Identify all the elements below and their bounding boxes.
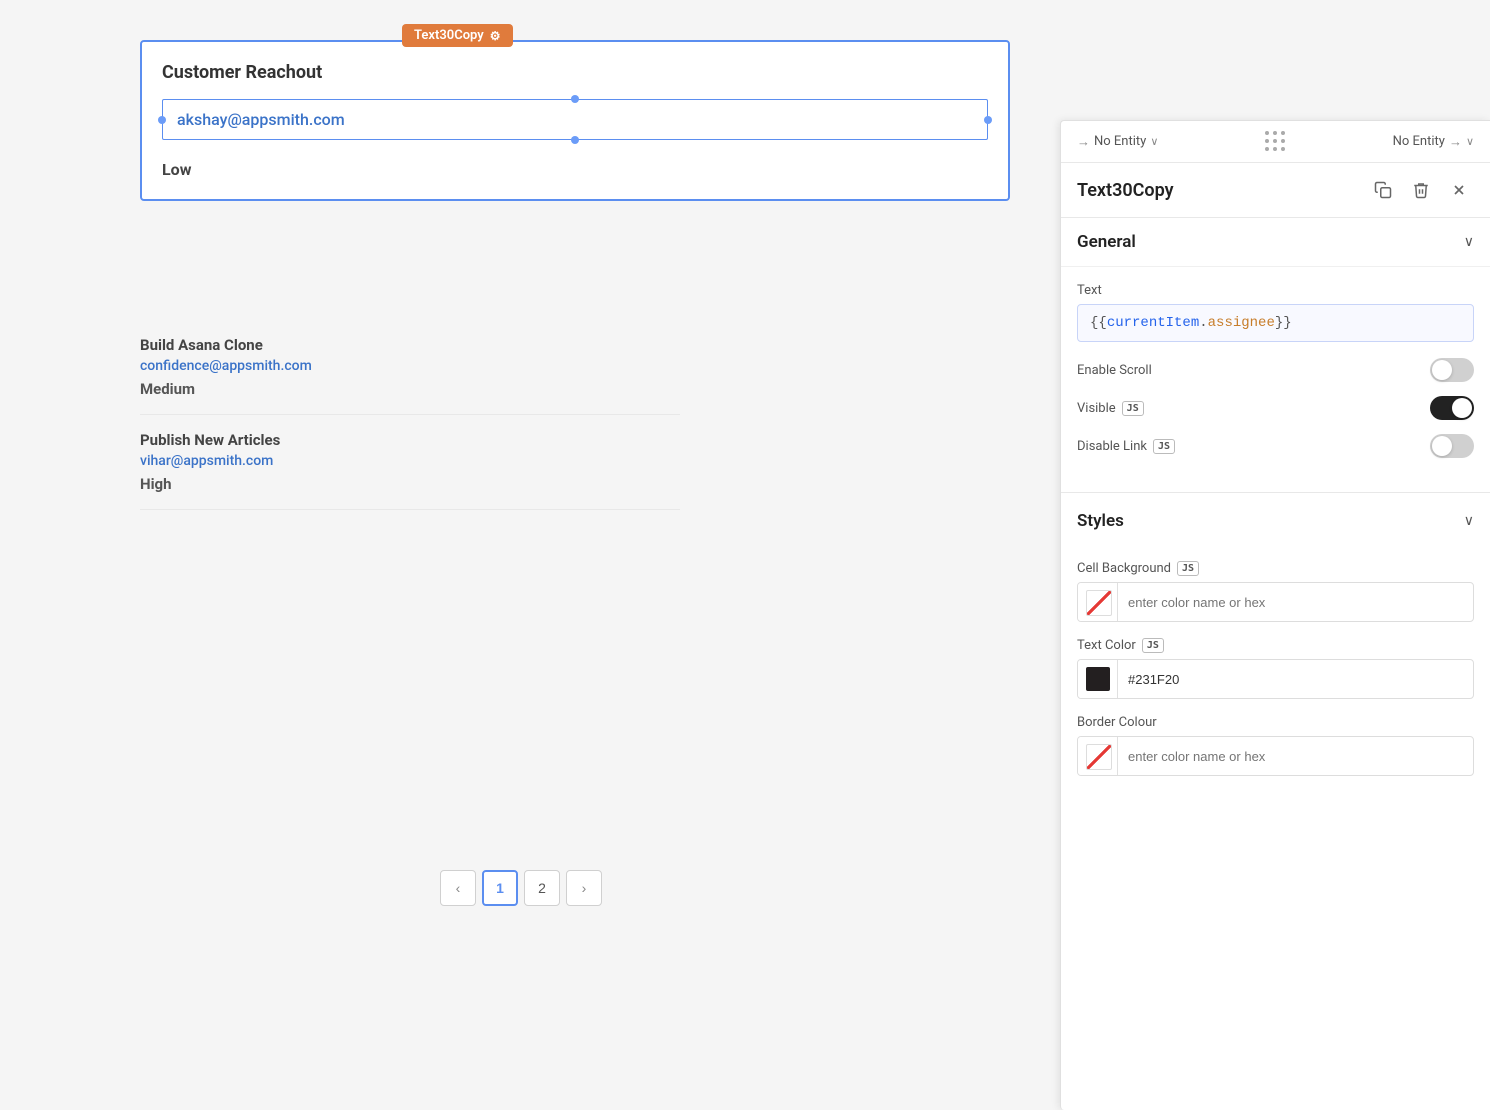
text-color-text-input[interactable] [1118, 664, 1473, 695]
cell-bg-field-group: Cell Background JS [1077, 561, 1474, 622]
visible-row: Visible JS [1077, 396, 1474, 420]
cell-bg-swatch[interactable] [1078, 583, 1118, 621]
general-section-header[interactable]: General ∨ [1061, 218, 1490, 267]
text-label-text: Text [1077, 283, 1102, 298]
disable-link-js-badge[interactable]: JS [1153, 439, 1175, 454]
no-color-icon [1086, 744, 1110, 768]
entity-right-arrow: → [1449, 134, 1462, 150]
disable-link-toggle[interactable] [1430, 434, 1474, 458]
styles-section: Styles ∨ Cell Background JS [1061, 497, 1490, 808]
canvas: Text30Copy ⚙ Customer Reachout akshay@ap… [0, 0, 1490, 1110]
visible-js-badge[interactable]: JS [1122, 401, 1144, 416]
table-row: Publish New Articles vihar@appsmith.com … [140, 415, 680, 510]
handle-top[interactable] [571, 95, 579, 103]
next-page-button[interactable]: › [566, 870, 602, 906]
general-section: General ∨ Text {{currentItem.assignee}} … [1061, 218, 1490, 488]
enable-scroll-label: Enable Scroll [1077, 363, 1152, 378]
enable-scroll-toggle[interactable] [1430, 358, 1474, 382]
visible-toggle[interactable] [1430, 396, 1474, 420]
priority-label: Low [162, 160, 988, 179]
border-color-input-row[interactable] [1077, 736, 1474, 776]
row-email: vihar@appsmith.com [140, 453, 680, 469]
delete-button[interactable] [1406, 175, 1436, 205]
row-priority: Medium [140, 380, 680, 398]
border-color-label: Border Colour [1077, 715, 1474, 730]
entity-left-chevron: ∨ [1150, 135, 1158, 148]
text-color-input-row[interactable] [1077, 659, 1474, 699]
entity-right-label: No Entity [1393, 134, 1445, 149]
text-field-label: Text [1077, 283, 1474, 298]
table-section: Build Asana Clone confidence@appsmith.co… [140, 320, 680, 510]
entity-left[interactable]: → No Entity ∨ [1077, 134, 1158, 150]
styles-chevron-icon: ∨ [1464, 513, 1474, 529]
close-button[interactable] [1444, 175, 1474, 205]
styles-section-title: Styles [1077, 511, 1124, 531]
prev-page-button[interactable]: ‹ [440, 870, 476, 906]
badge-gear-icon: ⚙ [490, 29, 501, 43]
widget-badge-label: Text30Copy [414, 28, 484, 43]
email-display: akshay@appsmith.com [177, 110, 345, 129]
text-color-swatch[interactable] [1078, 660, 1118, 698]
text-color-label: Text Color JS [1077, 638, 1474, 653]
text-color-field-group: Text Color JS [1077, 638, 1474, 699]
handle-bottom[interactable] [571, 136, 579, 144]
no-color-icon [1086, 590, 1110, 614]
styles-panel-body: Cell Background JS Text Color JS [1061, 545, 1490, 808]
border-color-field-group: Border Colour [1077, 715, 1474, 776]
entity-left-label: No Entity [1094, 134, 1146, 149]
entity-bar: → No Entity ∨ No Entity → ∨ [1061, 121, 1490, 163]
cell-bg-label: Cell Background JS [1077, 561, 1474, 576]
general-section-title: General [1077, 232, 1136, 252]
border-color-swatch[interactable] [1078, 737, 1118, 775]
general-panel-body: Text {{currentItem.assignee}} Enable Scr… [1061, 267, 1490, 488]
entity-right-chevron: ∨ [1466, 135, 1474, 148]
entity-dots-grid [1166, 131, 1384, 152]
color-preview [1086, 667, 1110, 691]
row-title: Build Asana Clone [140, 336, 680, 354]
disable-link-label: Disable Link JS [1077, 439, 1175, 454]
row-title: Publish New Articles [140, 431, 680, 449]
section-divider [1061, 492, 1490, 493]
entity-left-arrow: → [1077, 134, 1090, 150]
cell-bg-text-input[interactable] [1118, 587, 1473, 618]
widget-panel-name: Text30Copy [1077, 180, 1360, 201]
widget-container: Text30Copy ⚙ Customer Reachout akshay@ap… [140, 40, 1010, 201]
table-row: Build Asana Clone confidence@appsmith.co… [140, 320, 680, 415]
disable-link-row: Disable Link JS [1077, 434, 1474, 458]
cell-bg-js-badge[interactable]: JS [1177, 561, 1199, 576]
text-color-js-badge[interactable]: JS [1142, 638, 1164, 653]
entity-right[interactable]: No Entity → ∨ [1393, 134, 1474, 150]
right-panel: → No Entity ∨ No Entity → ∨ Text30Copy [1060, 120, 1490, 1110]
styles-section-header[interactable]: Styles ∨ [1061, 497, 1490, 545]
text-field-group: Text {{currentItem.assignee}} [1077, 283, 1474, 342]
visible-label: Visible JS [1077, 401, 1144, 416]
page-2-button[interactable]: 2 [524, 870, 560, 906]
enable-scroll-row: Enable Scroll [1077, 358, 1474, 382]
row-priority: High [140, 475, 680, 493]
widget-badge[interactable]: Text30Copy ⚙ [402, 24, 513, 47]
copy-button[interactable] [1368, 175, 1398, 205]
cell-bg-color-input[interactable] [1077, 582, 1474, 622]
row-email: confidence@appsmith.com [140, 358, 680, 374]
handle-left[interactable] [158, 116, 166, 124]
general-chevron-icon: ∨ [1464, 234, 1474, 250]
text-input-display: akshay@appsmith.com [162, 99, 988, 140]
border-color-text-input[interactable] [1118, 741, 1473, 772]
handle-right[interactable] [984, 116, 992, 124]
page-1-button[interactable]: 1 [482, 870, 518, 906]
text-code-input[interactable]: {{currentItem.assignee}} [1077, 304, 1474, 342]
widget-title-bar: Text30Copy [1061, 163, 1490, 218]
widget-title: Customer Reachout [162, 62, 988, 83]
pagination: ‹ 1 2 › [440, 870, 602, 906]
